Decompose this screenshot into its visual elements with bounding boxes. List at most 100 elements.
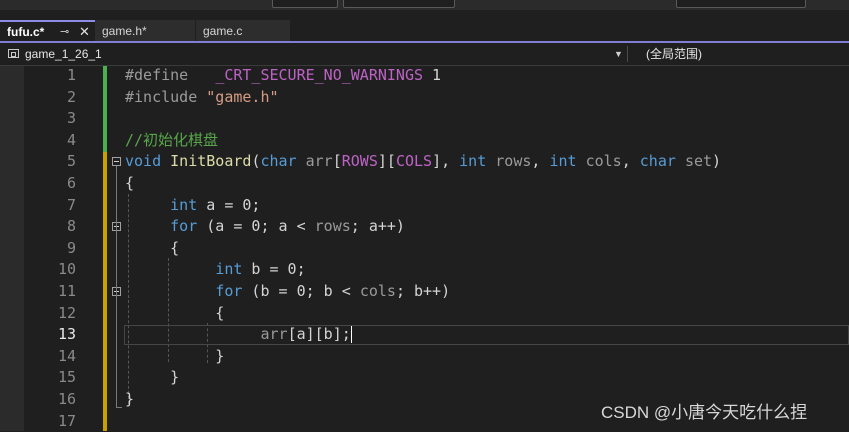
pin-icon[interactable]: ⊸ [60,22,69,42]
project-name: game_1_26_1 [25,47,102,61]
navbar-divider [627,46,628,62]
code-token: _CRT_SECURE_NO_WARNINGS [215,66,424,84]
scope-dropdown[interactable]: (全局范围) [646,45,702,63]
code-line[interactable]: } [125,389,134,411]
toolbar-search-box[interactable] [676,0,806,8]
code-token: #define [125,66,189,84]
code-line[interactable]: } [125,346,224,368]
code-token: ], [432,152,460,171]
code-line[interactable]: for (b = 0; b < cols; b++) [125,281,450,303]
code-token: ; a++) [350,217,405,236]
tab-label: fufu.c* [7,25,45,39]
code-token: } [125,390,135,408]
code-editor[interactable]: 1 2 3 4 5 6 7 8 9 10 11 12 13 14 15 16 17 #define _CRT_S… [0,66,849,431]
code-line[interactable]: for (a = 0; a < rows; a++) [125,216,405,238]
code-token: int [459,152,487,171]
code-token: (a = 0; a < [197,217,315,236]
code-token: "game.h" [206,87,279,106]
code-line[interactable]: { [125,238,179,260]
line-number: 7 [66,195,76,214]
fold-region-end [116,407,122,408]
chevron-down-icon: ▼ [614,49,623,59]
project-icon [8,49,19,58]
code-token: //初始化棋盘 [125,130,219,149]
document-tab-bar: fufu.c* ⊸ ✕ game.h* game.c [0,10,849,42]
line-number: 17 [57,411,76,430]
scope-label: (全局范围) [646,47,702,61]
code-token: ; b++) [395,282,451,300]
code-token: for [215,282,243,300]
code-token: b = 0; [242,260,306,279]
code-token: } [125,346,225,365]
code-token: set [684,152,713,171]
toolbar-dropdown-1[interactable] [272,0,338,8]
code-token: COLS [395,152,433,171]
project-dropdown[interactable]: game_1_26_1 ▼ [2,45,624,63]
code-token: rows [495,152,532,171]
tab-fufu-c[interactable]: fufu.c* ⊸ ✕ [0,20,96,42]
code-token: ROWS [341,152,378,171]
change-indicator-saved [103,66,107,152]
code-line[interactable]: } [125,367,179,389]
code-token: ][ [377,152,396,171]
code-token: int [549,152,577,171]
code-token: InitBoard [170,152,252,171]
line-number: 5 [66,152,76,171]
code-token: for [170,217,198,236]
tab-game-c[interactable]: game.c [196,20,290,42]
code-token: char [260,152,297,171]
code-token: [ [332,152,342,171]
fold-toggle-icon[interactable] [112,157,121,166]
code-token: cols [585,152,622,171]
toolbar-strip [0,0,849,10]
line-number: 8 [66,217,76,236]
code-line[interactable]: { [125,303,224,325]
code-line[interactable]: void InitBoard(char arr[ROWS][COLS], int… [125,151,721,173]
line-number: 2 [66,87,76,106]
tab-label: game.c [203,24,243,38]
code-token: char [639,152,676,171]
code-token: int [215,260,243,279]
line-number: 11 [57,282,76,300]
code-line[interactable]: { [125,173,134,195]
toolbar-dropdown-2[interactable] [343,0,455,8]
code-line[interactable]: #include "game.h" [125,87,279,109]
code-token: 1 [423,66,442,84]
watermark: CSDN @小唐今天吃什么捏 [601,403,808,422]
code-line[interactable]: //初始化棋盘 [125,130,218,152]
line-number: 15 [57,368,76,387]
close-icon[interactable]: ✕ [79,22,90,42]
line-number: 14 [57,346,76,365]
code-line[interactable]: int a = 0; [125,195,260,217]
code-line[interactable]: #define _CRT_SECURE_NO_WARNINGS 1 [125,65,441,87]
tab-game-h[interactable]: game.h* [95,20,195,42]
code-line[interactable]: int b = 0; [125,259,306,281]
line-number: 10 [57,260,76,279]
code-token: , [531,152,550,171]
line-number: 16 [57,390,76,408]
code-token: rows [314,217,351,236]
code-token: cols [359,282,396,300]
code-token: (b = 0; b < [242,282,360,300]
code-token: a = 0; [197,195,261,214]
line-number: 12 [57,303,76,322]
code-token: { [125,238,180,257]
code-token: ) [712,152,722,171]
line-number: 9 [66,238,76,257]
line-number: 13 [57,325,76,344]
line-number: 4 [66,130,76,149]
text-caret [350,326,352,344]
code-token: { [125,174,135,192]
code-line[interactable]: arr[a][b]; [125,324,352,346]
code-token: arr [305,152,333,171]
